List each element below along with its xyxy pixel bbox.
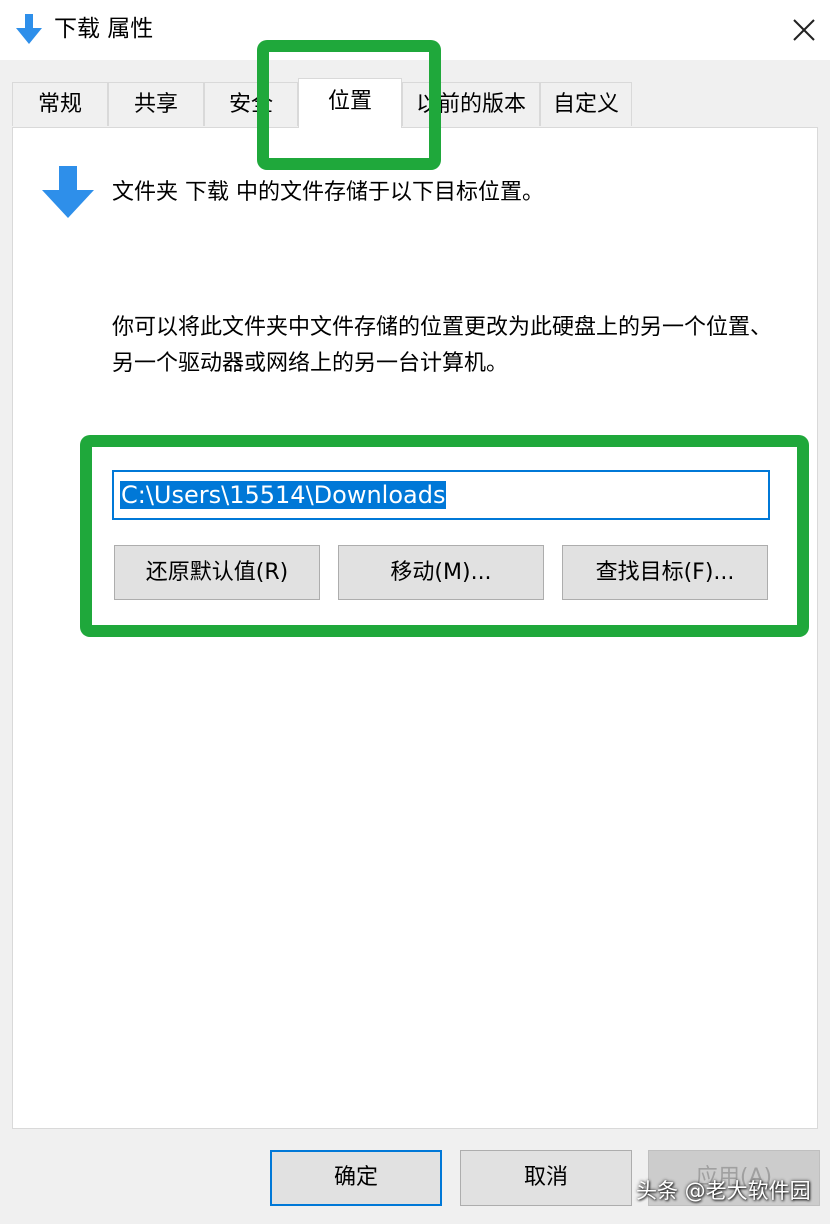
tab-general[interactable]: 常规 (12, 82, 108, 126)
location-summary: 文件夹 下载 中的文件存储于以下目标位置。 (112, 180, 544, 205)
location-description: 你可以将此文件夹中文件存储的位置更改为此硬盘上的另一个位置、另一个驱动器或网络上… (112, 315, 773, 376)
close-icon (793, 19, 815, 41)
location-tab-panel (12, 127, 818, 1129)
window-title: 下载 属性 (54, 16, 154, 42)
tab-sharing[interactable]: 共享 (108, 82, 204, 126)
path-input[interactable]: C:\Users\15514\Downloads (112, 470, 770, 520)
close-button[interactable] (782, 8, 826, 52)
tab-customize[interactable]: 自定义 (540, 82, 632, 126)
watermark: 头条 @老大软件园 (636, 1179, 811, 1203)
move-button[interactable]: 移动(M)... (338, 545, 544, 600)
tab-location[interactable]: 位置 (298, 78, 402, 128)
download-arrow-icon (16, 14, 42, 44)
tab-security[interactable]: 安全 (204, 82, 298, 126)
path-value: C:\Users\15514\Downloads (120, 481, 447, 509)
download-folder-icon (42, 166, 94, 218)
ok-button[interactable]: 确定 (270, 1150, 442, 1206)
find-target-button[interactable]: 查找目标(F)... (562, 545, 768, 600)
restore-default-button[interactable]: 还原默认值(R) (114, 545, 320, 600)
cancel-button[interactable]: 取消 (460, 1150, 632, 1206)
tab-previous-versions[interactable]: 以前的版本 (402, 82, 540, 126)
